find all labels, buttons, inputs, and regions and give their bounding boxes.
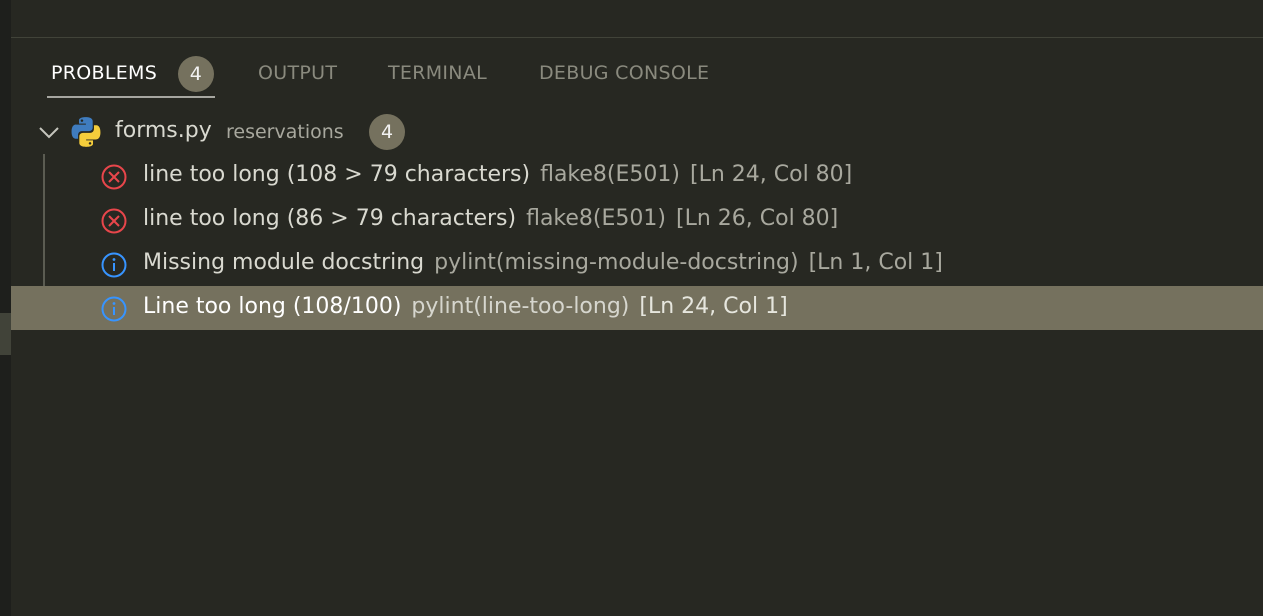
problem-message: Missing module docstring <box>143 250 425 275</box>
problem-source: flake8(E501) <box>540 162 680 187</box>
tab-output[interactable]: OUTPUT <box>258 60 337 96</box>
problem-message: line too long (108 > 79 characters) <box>143 162 531 187</box>
problem-source: pylint(line-too-long) <box>411 294 630 319</box>
file-group-row[interactable]: forms.py reservations 4 <box>11 110 1263 154</box>
scroll-marker <box>0 313 11 355</box>
problem-text: line too long (86 > 79 characters) flake8… <box>143 206 838 231</box>
tab-terminal-label: TERMINAL <box>388 62 488 84</box>
file-directory: reservations <box>226 121 344 143</box>
problem-location: [Ln 24, Col 80] <box>689 162 853 187</box>
tab-debug-console[interactable]: DEBUG CONSOLE <box>539 60 709 96</box>
problem-text: Line too long (108/100) pylint(line-too-l… <box>143 294 788 319</box>
problems-count-badge: 4 <box>178 56 214 92</box>
problem-row-selected[interactable]: Line too long (108/100) pylint(line-too-l… <box>11 286 1263 330</box>
info-icon <box>101 296 127 322</box>
problem-location: [Ln 1, Col 1] <box>808 250 943 275</box>
chevron-down-icon[interactable] <box>37 120 61 144</box>
problem-source: flake8(E501) <box>526 206 666 231</box>
active-tab-indicator <box>47 96 215 98</box>
problem-row[interactable]: line too long (86 > 79 characters) flake8… <box>11 198 1263 242</box>
error-icon <box>101 164 127 190</box>
activity-strip <box>0 0 11 616</box>
problem-text: line too long (108 > 79 characters) flake… <box>143 162 852 187</box>
problem-text: Missing module docstring pylint(missing-m… <box>143 250 943 275</box>
tab-debug-console-label: DEBUG CONSOLE <box>539 62 710 84</box>
tab-problems-label: PROBLEMS <box>51 62 158 84</box>
file-problem-count-badge: 4 <box>369 114 405 150</box>
problem-location: [Ln 26, Col 80] <box>675 206 839 231</box>
problem-row[interactable]: Missing module docstring pylint(missing-m… <box>11 242 1263 286</box>
problem-message: Line too long (108/100) <box>143 294 402 319</box>
panel-tabs: PROBLEMS 4 OUTPUT TERMINAL DEBUG CONSOLE <box>11 38 1263 98</box>
problem-message: line too long (86 > 79 characters) <box>143 206 517 231</box>
problems-panel-window: PROBLEMS 4 OUTPUT TERMINAL DEBUG CONSOLE <box>0 0 1263 616</box>
info-icon <box>101 252 127 278</box>
problem-source: pylint(missing-module-docstring) <box>434 250 799 275</box>
tab-problems[interactable]: PROBLEMS 4 <box>51 56 214 96</box>
file-name: forms.py <box>115 118 212 143</box>
problem-row[interactable]: line too long (108 > 79 characters) flake… <box>11 154 1263 198</box>
problem-location: [Ln 24, Col 1] <box>639 294 788 319</box>
error-icon <box>101 208 127 234</box>
panel: PROBLEMS 4 OUTPUT TERMINAL DEBUG CONSOLE <box>11 37 1263 616</box>
tab-terminal[interactable]: TERMINAL <box>388 60 487 96</box>
tab-output-label: OUTPUT <box>258 62 338 84</box>
python-icon <box>71 117 101 147</box>
